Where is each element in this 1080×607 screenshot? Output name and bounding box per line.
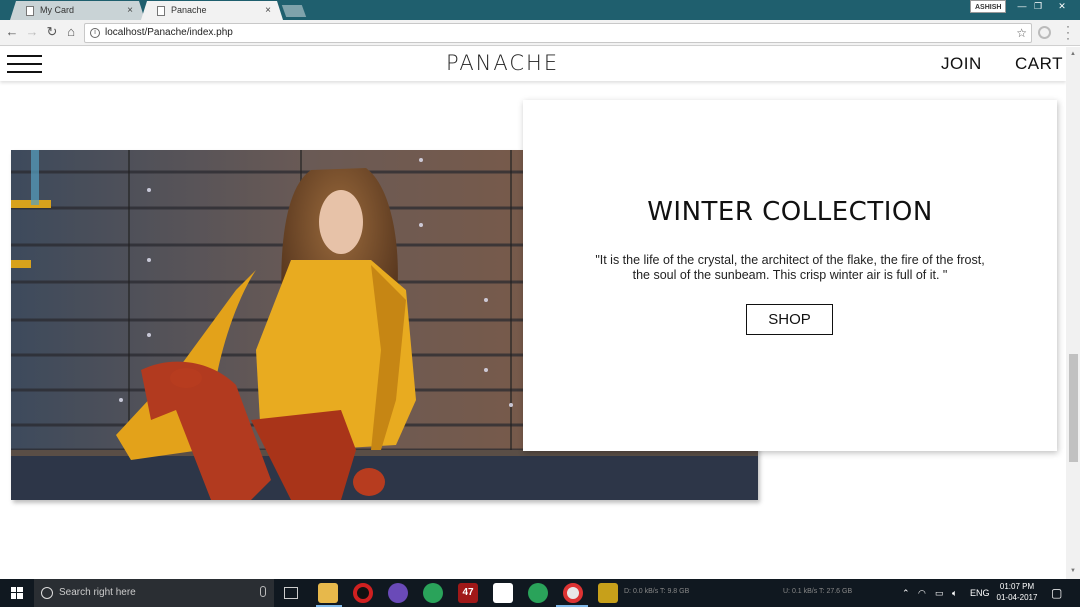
shop-button[interactable]: SHOP [746,304,833,335]
notifications-icon[interactable]: ▢ [1051,579,1062,607]
app-icon[interactable] [493,583,513,603]
bookmark-star-icon[interactable]: ☆ [1016,24,1027,42]
url-text: localhost/Panache/index.php [105,27,233,38]
browser-menu-icon[interactable]: · · · [1064,20,1072,44]
page-scrollbar[interactable]: ▲ ▼ [1066,47,1080,579]
close-window-button[interactable]: ✕ [1051,0,1073,13]
page-icon [157,6,165,16]
site-logo[interactable]: PANACHE [446,51,559,75]
opera-icon[interactable] [353,583,373,603]
wifi-icon[interactable]: ◠ [918,579,926,607]
microphone-icon[interactable] [260,586,266,597]
app-icon[interactable] [423,583,443,603]
clock-time: 01:07 PM [999,582,1035,591]
new-tab-button[interactable] [281,5,307,17]
join-link[interactable]: JOIN [941,54,982,74]
back-icon[interactable]: ← [4,24,20,40]
address-bar[interactable]: i localhost/Panache/index.php ☆ [84,23,1032,43]
info-icon[interactable]: i [90,28,100,38]
clock-date: 01-04-2017 [996,593,1038,602]
app-icon[interactable] [388,583,408,603]
tab-close-icon[interactable]: × [127,1,133,20]
cortana-icon [41,587,53,599]
badge-app-icon[interactable]: 47 [458,583,478,603]
volume-icon[interactable]: 🔈︎ [952,579,957,607]
tab-my-card[interactable]: My Card × [10,1,145,20]
tray-chevron-icon[interactable]: ⌃ [902,579,910,607]
chrome-icon[interactable] [563,583,583,603]
extension-icon[interactable] [1038,26,1051,39]
tab-title: My Card [40,5,75,15]
app-icon[interactable] [528,583,548,603]
language-indicator[interactable]: ENG [970,579,990,607]
scroll-thumb[interactable] [1069,354,1078,462]
search-placeholder: Search right here [59,587,136,598]
site-header: PANACHE JOIN CART [0,47,1066,81]
browser-tab-strip: My Card × Panache × ASHISH — ❐ ✕ [0,0,1080,20]
tab-title: Panache [171,5,207,15]
task-view-icon[interactable] [284,587,298,599]
scroll-down-icon[interactable]: ▼ [1069,568,1077,574]
restore-button[interactable]: ❐ [1027,0,1049,13]
home-icon[interactable]: ⌂ [63,24,79,40]
network-download-stat: D: 0.0 kB/s T: 9.8 GB [624,588,690,595]
cart-link[interactable]: CART [1015,54,1063,74]
screen: My Card × Panache × ASHISH — ❐ ✕ ← → ↻ ⌂… [0,0,1080,607]
hamburger-menu-icon[interactable] [7,55,42,73]
profile-badge[interactable]: ASHISH [970,0,1007,13]
windows-start-icon[interactable] [0,579,34,607]
file-explorer-icon[interactable] [318,583,338,603]
collection-card: WINTER COLLECTION "It is the life of the… [523,100,1057,451]
network-upload-stat: U: 0.1 kB/s T: 27.6 GB [783,588,853,595]
card-quote: "It is the life of the crystal, the arch… [595,253,985,282]
page-icon [26,6,34,16]
windows-taskbar: Search right here 47 D: 0.0 kB/s T: 9.8 … [0,579,1080,607]
browser-toolbar: ← → ↻ ⌂ i localhost/Panache/index.php ☆ … [0,20,1080,46]
forward-icon[interactable]: → [24,24,40,40]
taskbar-search-box[interactable]: Search right here [34,579,274,607]
taskbar-clock[interactable]: 01:07 PM 01-04-2017 [990,581,1044,603]
card-title: WINTER COLLECTION [647,197,933,227]
scroll-up-icon[interactable]: ▲ [1069,51,1077,57]
tab-close-icon[interactable]: × [265,1,271,20]
reload-icon[interactable]: ↻ [44,24,60,40]
tab-panache[interactable]: Panache × [141,1,283,20]
battery-icon[interactable]: ▭ [935,579,944,607]
fireworks-icon[interactable] [598,583,618,603]
